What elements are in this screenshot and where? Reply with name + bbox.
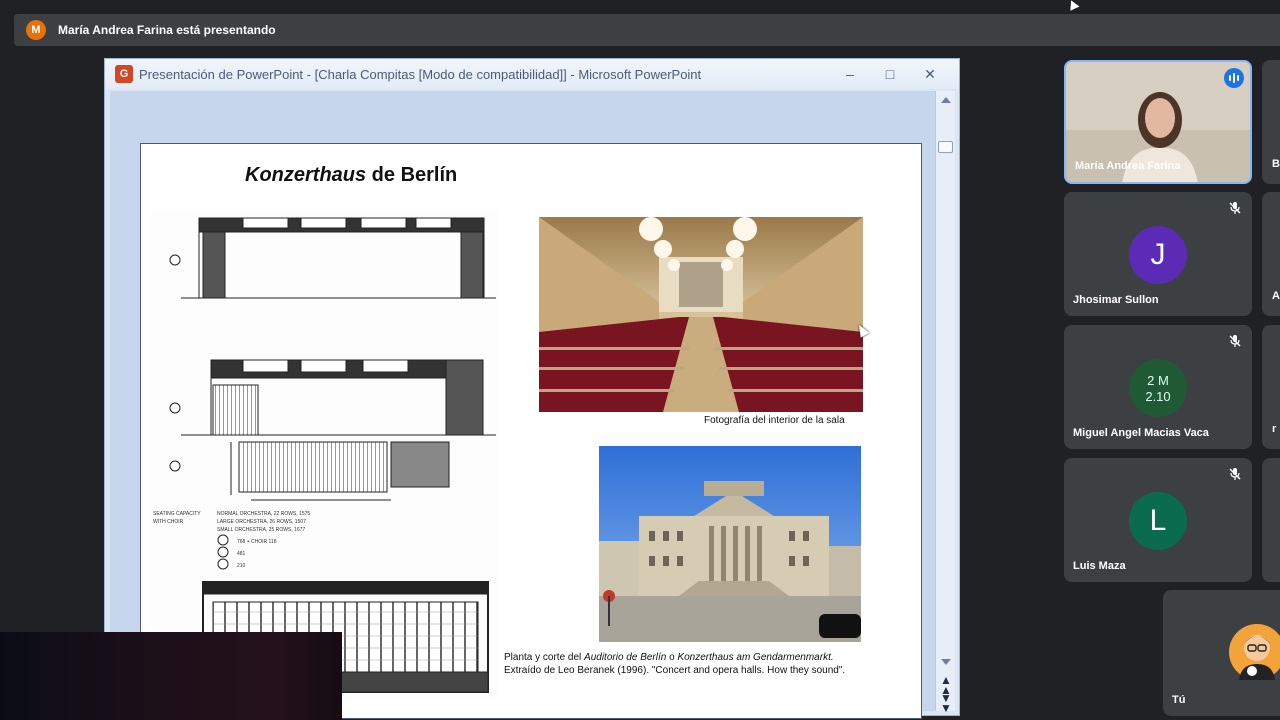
capacity-value-1: 768 + CHOIR 118 <box>237 539 277 545</box>
participant-tile-edge[interactable]: B <box>1262 60 1280 184</box>
participant-tile-miguel[interactable]: 2 M 2.10 Miguel Angel Macias Vaca <box>1064 325 1252 449</box>
slide-title-rest: de Berlín <box>366 164 458 186</box>
floor-plan-drawing <box>151 210 499 700</box>
slide-editor-area: Konzerthaus de Berlín SEATING CAPACITY W… <box>110 91 936 719</box>
participant-name: Miguel Angel Macias Vaca <box>1073 427 1209 439</box>
capacity-row-2: LARGE ORCHESTRA, 26 ROWS, 1507 <box>217 519 306 525</box>
caption-mid: o <box>666 652 678 663</box>
meet-screen: M María Andrea Farina está presentando G… <box>0 0 1280 720</box>
participant-name-fragment: r <box>1272 423 1277 435</box>
next-slide-icon[interactable]: ▼ ▼ <box>940 692 952 714</box>
participant-tile-edge[interactable]: r <box>1262 325 1280 449</box>
maximize-button[interactable]: □ <box>879 65 901 83</box>
participant-tile-jhosimar[interactable]: J Jhosimar Sullon <box>1064 192 1252 316</box>
powerpoint-titlebar[interactable]: G Presentación de PowerPoint - [Charla C… <box>105 59 959 89</box>
minimize-button[interactable]: – <box>839 65 861 83</box>
dark-overlay <box>0 632 342 720</box>
konzerthaus-exterior-photo <box>599 446 861 642</box>
presenter-banner-text: María Andrea Farina está presentando <box>58 23 276 37</box>
participant-avatar: L <box>1129 492 1187 550</box>
svg-text:2 M: 2 M <box>1147 373 1169 388</box>
mouse-cursor-icon <box>1066 0 1080 11</box>
caption-italic-2: Konzerthaus am Gendarmenmarkt. <box>677 652 834 663</box>
capacity-value-3: 210 <box>237 563 246 569</box>
slide-title: Konzerthaus de Berlín <box>245 164 457 187</box>
powerpoint-window: G Presentación de PowerPoint - [Charla C… <box>104 58 960 719</box>
mic-off-icon <box>1229 202 1241 214</box>
participant-tile-edge[interactable] <box>1262 458 1280 582</box>
slide-caption: Planta y corte del Auditorio de Berlín o… <box>504 651 914 677</box>
self-tile[interactable]: Tú <box>1163 590 1280 716</box>
presenter-avatar: M <box>26 20 46 40</box>
speaking-indicator-icon <box>1224 68 1244 88</box>
caption-prefix: Planta y corte del <box>504 652 585 663</box>
capacity-row-1: NORMAL ORCHESTRA, 22 ROWS, 1575 <box>217 511 311 517</box>
self-label: Tú <box>1172 694 1186 706</box>
participant-name: María Andrea Farina <box>1075 160 1181 172</box>
mic-off-icon <box>1229 468 1241 480</box>
window-title: Presentación de PowerPoint - [Charla Com… <box>139 66 702 82</box>
vertical-scrollbar[interactable]: ▲ ▲ ▼ ▼ <box>935 91 955 714</box>
concert-hall-interior-photo <box>539 217 863 412</box>
participant-name-fragment: B <box>1272 158 1280 170</box>
capacity-label: SEATING CAPACITY WITH CHOIR <box>153 511 201 525</box>
participant-tile-luis[interactable]: L Luis Maza <box>1064 458 1252 582</box>
caption-line-2: Extraído de Leo Beranek (1996). "Concert… <box>504 665 846 676</box>
caption-italic-1: Auditorio de Berlín <box>584 652 667 663</box>
capacity-row-3: SMALL ORCHESTRA, 25 ROWS, 1677 <box>217 527 306 533</box>
svg-text:2.10: 2.10 <box>1145 389 1170 404</box>
participant-tile-edge[interactable]: A <box>1262 192 1280 316</box>
capacity-value-2: 481 <box>237 551 246 557</box>
presenter-banner: M María Andrea Farina está presentando <box>14 14 1280 46</box>
photo-caption: Fotografía del interior de la sala <box>704 415 845 426</box>
scroll-up-arrow-icon[interactable] <box>941 97 951 103</box>
participant-tile-maria[interactable]: María Andrea Farina <box>1064 60 1252 184</box>
participant-avatar: J <box>1129 226 1187 284</box>
participant-name: Luis Maza <box>1073 560 1126 572</box>
participant-name-fragment: A <box>1272 290 1280 302</box>
scroll-down-arrow-icon[interactable] <box>941 659 951 665</box>
scrollbar-thumb[interactable] <box>938 141 953 153</box>
powerpoint-app-icon[interactable]: G <box>115 65 133 83</box>
participant-name: Jhosimar Sullon <box>1073 294 1159 306</box>
close-button[interactable]: ✕ <box>919 65 941 83</box>
self-avatar <box>1229 624 1280 680</box>
slide-title-italic: Konzerthaus <box>245 164 367 186</box>
mic-off-icon <box>1229 335 1241 347</box>
participant-avatar: 2 M 2.10 <box>1129 359 1187 417</box>
